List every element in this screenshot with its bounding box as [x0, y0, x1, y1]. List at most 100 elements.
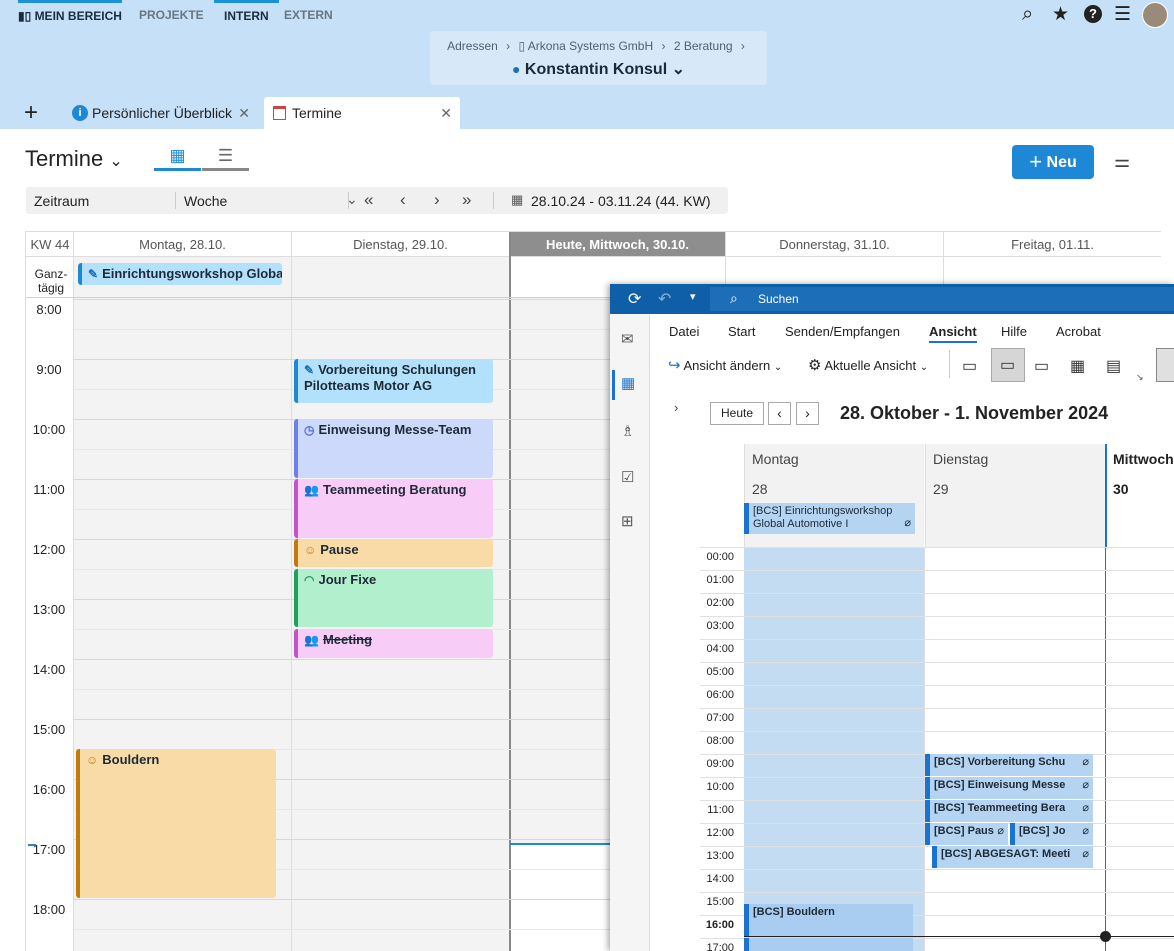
calendar-view-icon[interactable]: ▦: [154, 146, 201, 171]
menu-hilfe[interactable]: Hilfe: [1001, 324, 1027, 339]
zeitraum-select[interactable]: Woche ⌄: [176, 187, 366, 214]
ol-day-header-today[interactable]: Mittwoch 30: [1106, 444, 1174, 547]
page-title[interactable]: Termine ⌄: [25, 146, 123, 172]
ol-event-abgesagt[interactable]: [BCS] ABGESAGT: Meeti ⌀: [932, 846, 1093, 868]
ol-day-name: Montag: [752, 451, 799, 467]
close-icon[interactable]: ✕: [440, 97, 452, 129]
zeitraum-label: Zeitraum: [34, 193, 90, 209]
menu-senden-empfangen[interactable]: Senden/Empfangen: [785, 324, 900, 339]
dialog-launcher-icon[interactable]: ↘: [1136, 372, 1144, 383]
month-view-icon[interactable]: ▦: [1070, 356, 1085, 376]
event-teammeeting[interactable]: 👥 Teammeeting Beratung: [294, 479, 493, 538]
ol-today-line: [1105, 444, 1106, 951]
event-allday-workshop[interactable]: ✎ Einrichtungsworkshop Global ...: [78, 263, 282, 285]
tasks-icon[interactable]: ☑: [621, 468, 634, 486]
calendar-icon[interactable]: ▦: [621, 374, 635, 392]
day-header[interactable]: Dienstag, 29.10.: [292, 232, 509, 257]
ol-event-einweisung[interactable]: [BCS] Einweisung Messe ⌀: [925, 777, 1093, 799]
schedule-view-icon[interactable]: ▤: [1106, 356, 1121, 376]
search-box[interactable]: ⌕ Suchen: [710, 287, 1174, 311]
event-title: Bouldern: [102, 752, 160, 767]
ol-hour-line: [700, 662, 1174, 663]
search-icon[interactable]: ⌕: [1022, 3, 1033, 26]
nav-tab-intern[interactable]: INTERN: [214, 0, 279, 30]
double-chevron-right-icon[interactable]: »: [462, 190, 471, 210]
ol-event-pause[interactable]: [BCS] Paus ⌀: [925, 823, 1008, 845]
change-view-button[interactable]: ↪ Ansicht ändern ⌄: [668, 356, 782, 374]
star-icon[interactable]: ★: [1052, 3, 1069, 26]
undo-icon[interactable]: ↶: [658, 289, 671, 309]
prev-button[interactable]: ‹: [768, 402, 791, 425]
ol-event-allday-workshop[interactable]: [BCS] Einrichtungsworkshop Global Automo…: [744, 503, 915, 534]
person-selector[interactable]: ● Konstantin Konsul ⌄: [430, 59, 767, 79]
breadcrumb-separator: ›: [506, 39, 511, 53]
menu-start[interactable]: Start: [728, 324, 755, 339]
event-jour-fixe[interactable]: ◠ Jour Fixe: [294, 569, 493, 627]
event-einweisung[interactable]: ◷ Einweisung Messe-Team: [294, 419, 493, 478]
menu-ansicht[interactable]: Ansicht: [929, 324, 977, 343]
today-future-cell[interactable]: [510, 844, 610, 951]
current-view-button[interactable]: ⚙ Aktuelle Ansicht ⌄: [808, 356, 928, 374]
add-tab-button[interactable]: +: [24, 99, 38, 127]
day-header[interactable]: Donnerstag, 31.10.: [726, 232, 943, 257]
day-view-icon[interactable]: ▭: [962, 356, 977, 376]
breadcrumb-item[interactable]: Adressen: [447, 39, 498, 53]
double-chevron-left-icon[interactable]: «: [364, 190, 373, 210]
chevron-right-icon[interactable]: ›: [434, 190, 440, 210]
quick-access-dropdown-icon[interactable]: ▾: [690, 290, 696, 303]
day-header[interactable]: Freitag, 01.11.: [944, 232, 1161, 257]
mail-icon[interactable]: ✉: [621, 330, 634, 348]
menu-datei[interactable]: Datei: [669, 324, 699, 339]
hour-label: 11:00: [33, 482, 65, 497]
calendar-icon: [273, 106, 286, 120]
ol-monday-column[interactable]: [744, 547, 925, 951]
nav-tab-extern[interactable]: EXTERN: [284, 0, 333, 30]
settings-sliders-icon[interactable]: ⚌: [1114, 151, 1130, 172]
avatar[interactable]: [1142, 2, 1168, 28]
paperclip-icon: ⌀: [1082, 802, 1089, 814]
sync-icon[interactable]: ⟳: [628, 289, 641, 309]
list-view-icon[interactable]: ☰: [202, 146, 249, 171]
ol-event-bouldern[interactable]: [BCS] Bouldern: [744, 904, 913, 937]
breadcrumb-separator: ›: [661, 39, 666, 53]
expand-icon[interactable]: ›: [674, 400, 678, 415]
breadcrumb-item[interactable]: 2 Beratung: [674, 39, 733, 53]
ol-event-continued[interactable]: [744, 938, 913, 951]
breadcrumb-item[interactable]: Arkona Systems GmbH: [528, 39, 653, 53]
ol-hour-line: [700, 570, 1174, 571]
divider: [493, 192, 494, 209]
new-button[interactable]: + Neu: [1012, 145, 1094, 179]
date-range[interactable]: 28.10.24 - 03.11.24 (44. KW): [531, 193, 711, 209]
ol-event-jour-fixe[interactable]: [BCS] Jo ⌀: [1010, 823, 1093, 845]
ol-day-header[interactable]: Dienstag 29: [925, 444, 1105, 547]
ol-event-teammeeting[interactable]: [BCS] Teammeeting Bera ⌀: [925, 800, 1093, 822]
menu-icon[interactable]: ☰: [1114, 3, 1131, 26]
event-bouldern[interactable]: ☺ Bouldern: [76, 749, 276, 898]
event-vorbereitung[interactable]: ✎ Vorbereitung Schulungen Pilotteams Moto…: [294, 359, 493, 403]
people-icon[interactable]: ♗: [621, 422, 634, 440]
menu-acrobat[interactable]: Acrobat: [1056, 324, 1101, 339]
tab-persoenlicher-ueberblick[interactable]: i Persönlicher Überblick ✕: [64, 97, 258, 129]
event-pause[interactable]: ☺ Pause: [294, 539, 493, 567]
ol-event-vorbereitung[interactable]: [BCS] Vorbereitung Schu ⌀: [925, 754, 1093, 776]
chevron-left-icon[interactable]: ‹: [400, 190, 406, 210]
apps-icon[interactable]: ⊞: [621, 512, 634, 530]
ol-day-num: 29: [933, 481, 949, 497]
hour-label: 12:00: [32, 542, 66, 557]
week-view-icon[interactable]: ▭: [1034, 356, 1049, 376]
day-header[interactable]: Montag, 28.10.: [74, 232, 291, 257]
scroll-view-button[interactable]: [1156, 348, 1174, 382]
work-week-view-button[interactable]: ▭: [991, 348, 1025, 382]
today-button[interactable]: Heute: [710, 402, 764, 425]
event-color-bar: [294, 479, 298, 538]
hour-label: 18:00: [32, 902, 66, 917]
nav-tab-mein-bereich[interactable]: ▮▯ MEIN BEREICH: [18, 0, 122, 30]
nav-tab-projekte[interactable]: PROJEKTE: [139, 0, 204, 30]
day-header-today[interactable]: Heute, Mittwoch, 30.10.: [510, 232, 725, 257]
event-meeting-cancelled[interactable]: 👥 Meeting: [294, 629, 493, 658]
close-icon[interactable]: ✕: [238, 97, 250, 129]
tab-termine[interactable]: Termine ✕: [264, 97, 460, 129]
help-icon[interactable]: ?: [1084, 5, 1102, 23]
next-button[interactable]: ›: [796, 402, 819, 425]
range-title: 28. Oktober - 1. November 2024: [840, 403, 1109, 423]
